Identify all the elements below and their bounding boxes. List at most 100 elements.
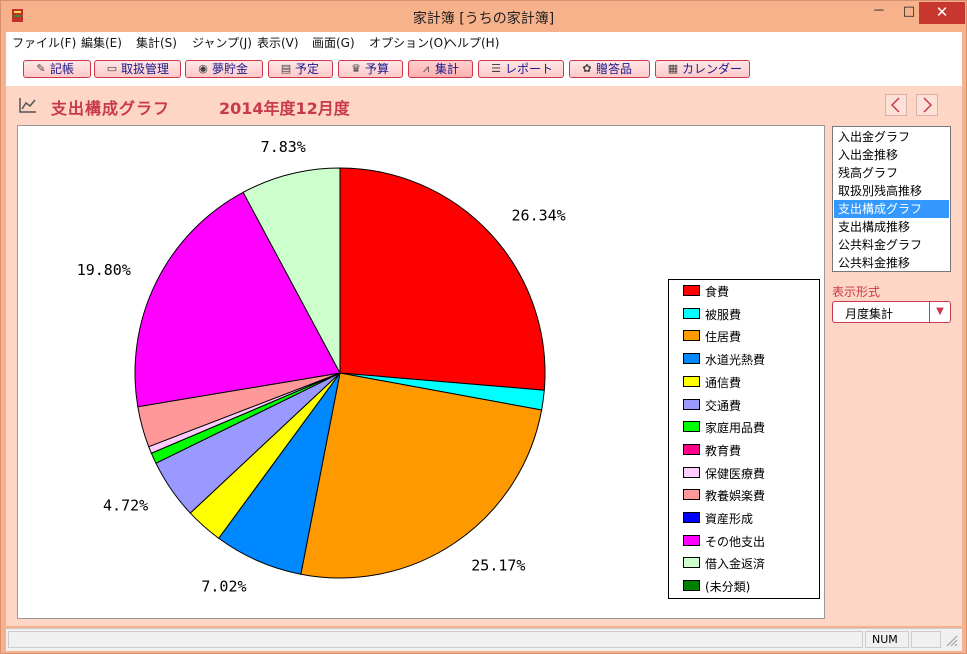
display-format-select[interactable]: 月度集計 ▼	[832, 301, 951, 323]
toolbar-button-label: 予定	[295, 62, 320, 76]
legend-label: 家庭用品費	[705, 421, 766, 436]
menu-edit[interactable]: 編集(E)	[81, 34, 122, 51]
chevron-right-icon	[923, 97, 933, 113]
legend-item: 教育費	[669, 441, 819, 459]
schedule-icon: ▤	[280, 62, 292, 75]
legend-label: 資産形成	[705, 512, 754, 526]
toolbar-button-report[interactable]: ☰ レポート	[478, 60, 564, 78]
legend-swatch	[683, 512, 700, 523]
graph-type-item[interactable]: 入出金グラフ	[834, 128, 949, 146]
legend-label: 住居費	[705, 330, 742, 345]
legend-swatch	[683, 307, 700, 319]
resize-grip-icon[interactable]	[946, 635, 958, 647]
slice-percent-label: 7.83%	[261, 138, 306, 156]
slice-percent-label: 19.80%	[77, 261, 131, 279]
graph-type-item[interactable]: 支出構成推移	[834, 218, 949, 236]
legend-label: 通信費	[705, 375, 742, 390]
slice-percent-label: 7.02%	[201, 577, 246, 595]
toolbar-button-accounts[interactable]: ▭ 取扱管理	[94, 60, 181, 78]
pie-slice	[300, 372, 543, 579]
chart-icon: ⩘	[422, 62, 430, 75]
title-bar: 家計簿 [うちの家計簿] － □ ✕	[1, 1, 966, 32]
minimize-button[interactable]: －	[864, 2, 894, 24]
next-period-button[interactable]	[916, 94, 938, 116]
legend-swatch	[683, 285, 700, 296]
toolbar-button-label: 集計	[435, 62, 460, 76]
legend-item: 被服費	[669, 305, 819, 323]
period-label: 2014年度12月度	[219, 99, 350, 118]
legend-label: その他支出	[705, 534, 766, 549]
graph-type-item[interactable]: 支出構成グラフ	[834, 200, 949, 218]
menu-options[interactable]: オプション(O)	[369, 34, 448, 51]
graph-type-item[interactable]: 残高グラフ	[834, 164, 949, 182]
num-lock-indicator: NUM	[865, 631, 909, 648]
menu-view[interactable]: 表示(V)	[257, 34, 299, 51]
toolbar-button-label: 夢貯金	[212, 62, 249, 76]
chevron-left-icon	[890, 97, 900, 113]
legend-swatch	[683, 534, 700, 546]
slice-percent-label: 4.72%	[103, 496, 148, 514]
menu-file[interactable]: ファイル(F)	[12, 34, 76, 51]
menu-jump[interactable]: ジャンプ(J)	[192, 34, 252, 51]
legend-item: 食費	[669, 282, 819, 300]
legend-label: 食費	[705, 285, 730, 299]
toolbar-button-entry[interactable]: ✎ 記帳	[23, 60, 91, 78]
toolbar-button-label: 記帳	[50, 62, 75, 76]
pencil-icon: ✎	[36, 62, 46, 75]
display-format-label: 表示形式	[832, 285, 881, 299]
legend-swatch	[683, 375, 700, 387]
legend-swatch	[683, 330, 700, 342]
toolbar-button-budget[interactable]: ♛ 予算	[338, 60, 403, 78]
legend-item: 通信費	[669, 373, 819, 391]
budget-icon: ♛	[351, 62, 361, 75]
legend-item: (未分類)	[669, 577, 819, 595]
menu-aggregate[interactable]: 集計(S)	[136, 34, 177, 51]
menu-bar: ファイル(F) 編集(E) 集計(S) ジャンプ(J) 表示(V) 画面(G) …	[6, 32, 962, 52]
prev-period-button[interactable]	[885, 94, 907, 116]
toolbar-button-calendar[interactable]: ▦ カレンダー	[655, 60, 750, 78]
graph-type-list[interactable]: 入出金グラフ 入出金推移 残高グラフ 取扱別残高推移 支出構成グラフ 支出構成推移 公共料金…	[832, 126, 951, 272]
toolbar: ✎ 記帳 ▭ 取扱管理 ◉ 夢貯金 ▤ 予定 ♛ 予算 ⩘ 集計 ☰ レポート …	[6, 52, 962, 86]
menu-help[interactable]: ヘルプ(H)	[445, 34, 499, 51]
legend-item: その他支出	[669, 532, 819, 550]
toolbar-button-dream-savings[interactable]: ◉ 夢貯金	[185, 60, 263, 78]
legend-item: 教養娯楽費	[669, 486, 819, 504]
legend-item: 資産形成	[669, 509, 819, 527]
legend-item: 保健医療費	[669, 464, 819, 482]
legend-swatch	[683, 421, 700, 433]
display-format-value: 月度集計	[845, 307, 894, 321]
card-icon: ▭	[106, 62, 118, 75]
toolbar-button-summary[interactable]: ⩘ 集計	[408, 60, 473, 78]
legend-swatch	[683, 353, 700, 365]
graph-type-item[interactable]: 公共料金グラフ	[834, 236, 949, 254]
piggy-bank-icon: ◉	[198, 62, 208, 75]
legend-item: 住居費	[669, 327, 819, 345]
graph-type-item[interactable]: 入出金推移	[834, 146, 949, 164]
close-button[interactable]: ✕	[919, 2, 965, 24]
toolbar-button-label: 取扱管理	[121, 62, 170, 76]
toolbar-button-gifts[interactable]: ✿ 贈答品	[569, 60, 650, 78]
legend-label: 水道光熱費	[705, 353, 766, 368]
slice-percent-label: 26.34%	[512, 206, 566, 224]
toolbar-button-label: 予算	[365, 62, 390, 76]
graph-type-item[interactable]: 取扱別残高推移	[834, 182, 949, 200]
chevron-down-icon[interactable]: ▼	[929, 302, 950, 322]
legend-label: (未分類)	[705, 580, 751, 595]
slice-percent-label: 25.17%	[471, 557, 525, 575]
legend-item: 水道光熱費	[669, 350, 819, 368]
report-icon: ☰	[491, 62, 501, 75]
legend-item: 借入金返済	[669, 554, 819, 572]
toolbar-button-schedule[interactable]: ▤ 予定	[268, 60, 333, 78]
legend-item: 交通費	[669, 396, 819, 414]
window-title: 家計簿 [うちの家計簿]	[412, 11, 555, 27]
chart-legend: 食費被服費住居費水道光熱費通信費交通費家庭用品費教育費保健医療費教養娯楽費資産形…	[668, 279, 820, 599]
toolbar-button-label: 贈答品	[596, 62, 633, 76]
calendar-icon: ▦	[667, 62, 679, 75]
graph-icon	[19, 98, 36, 113]
menu-screen[interactable]: 画面(G)	[312, 34, 355, 51]
toolbar-button-label: レポート	[505, 62, 554, 76]
graph-type-item[interactable]: 公共料金推移	[834, 254, 949, 272]
status-message	[8, 631, 863, 648]
status-bar: NUM	[6, 628, 962, 651]
toolbar-button-label: カレンダー	[682, 62, 743, 76]
